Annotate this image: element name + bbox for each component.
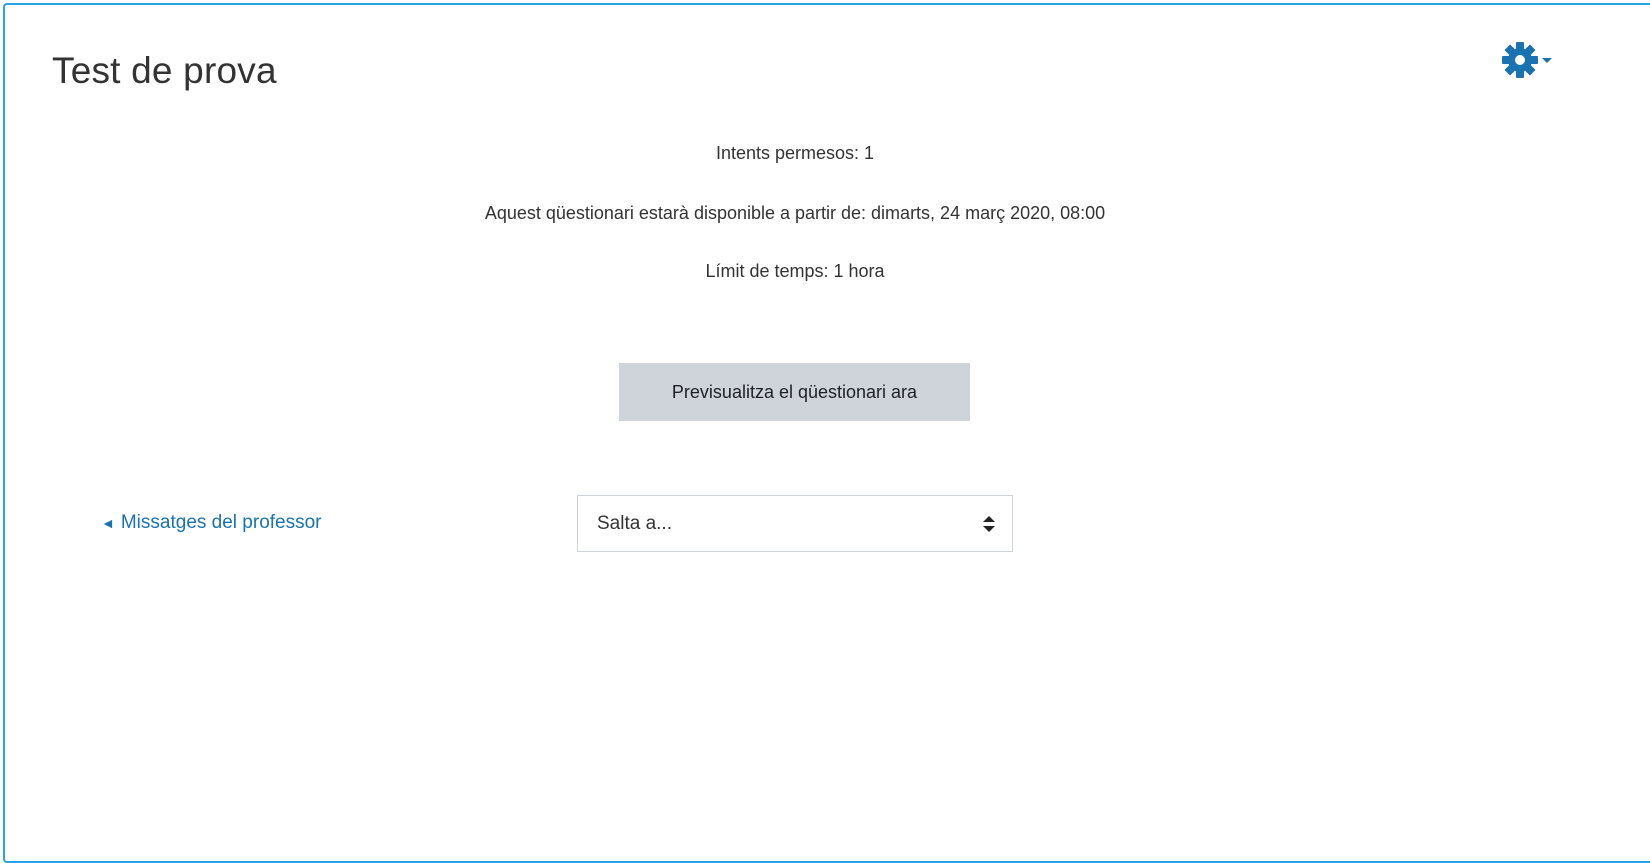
- jump-to-value: Salta a...: [597, 512, 672, 534]
- jump-to-select[interactable]: Salta a...: [577, 495, 1013, 552]
- attempts-allowed: Intents permesos: 1: [715, 143, 875, 163]
- page-frame: [3, 3, 1650, 863]
- caret-down-icon: [1540, 55, 1554, 65]
- available-from: Aquest qüestionari estarà disponible a p…: [484, 203, 1106, 223]
- previous-activity-link[interactable]: ◄ Missatges del professor: [101, 512, 322, 534]
- gear-icon: [1500, 40, 1540, 80]
- previous-activity-label: Missatges del professor: [120, 512, 322, 533]
- time-limit: Límit de temps: 1 hora: [705, 261, 885, 281]
- left-arrow-icon: ◄: [101, 515, 115, 531]
- settings-menu[interactable]: [1500, 40, 1560, 80]
- sort-icon: [982, 514, 996, 534]
- page-title: Test de prova: [52, 50, 277, 91]
- preview-quiz-button[interactable]: Previsualitza el qüestionari ara: [619, 363, 970, 421]
